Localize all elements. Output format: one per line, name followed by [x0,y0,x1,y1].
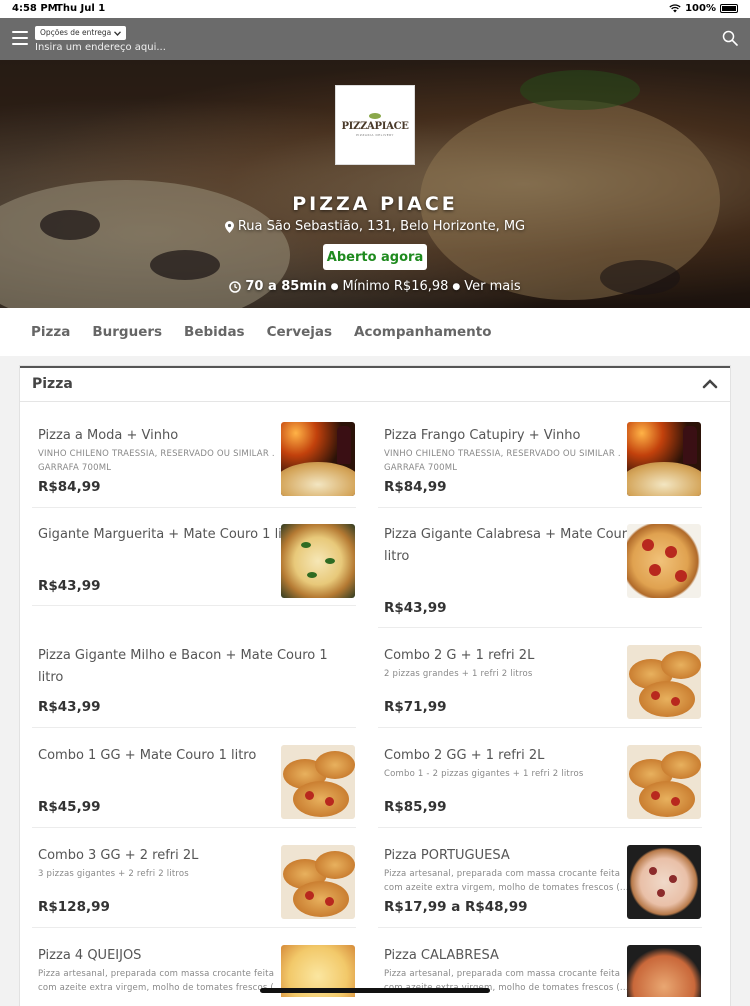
combo-image [627,645,701,719]
calabresa-image [627,945,701,997]
search-icon[interactable] [722,30,738,46]
item-name: Combo 2 G + 1 refri 2L [384,648,535,663]
leaf-icon [369,113,381,119]
item-name: Pizza CALABRESA [384,948,499,963]
tab-bebidas[interactable]: Bebidas [184,324,245,340]
status-bar: 4:58 PM Thu Jul 1 100% [0,0,750,18]
store-address: Rua São Sebastião, 131, Belo Horizonte, … [0,219,750,234]
status-date: Thu Jul 1 [56,3,106,14]
status-right: 100% [669,3,738,14]
item-name: Combo 3 GG + 2 refri 2L [38,848,199,863]
item-name: Combo 2 GG + 1 refri 2L [384,748,545,763]
status-time: 4:58 PM [12,3,58,14]
minimum-order: Mínimo R$16,98 [342,279,449,294]
clock-icon [229,280,242,293]
delivery-time: 70 a 85min [245,279,327,294]
section-title: Pizza [32,376,73,392]
item-description-cont: com azeite extra virgem, molho de tomate… [38,983,283,993]
store-hero-banner: PIZZAPIACE PIZZARIA DELIVERY PIZZA PIACE… [0,60,750,308]
logo-subtext: PIZZARIA DELIVERY [356,133,394,137]
pepperoni-image [627,524,701,598]
wine-pizza-image [281,422,355,496]
menu-item[interactable]: Gigante Marguerita + Mate Couro 1 litro … [32,518,356,606]
menu-item[interactable]: Combo 1 GG + Mate Couro 1 litro R$45,99 [32,740,356,828]
item-name: Pizza a Moda + Vinho [38,428,179,443]
item-price: R$84,99 [38,479,101,495]
item-name: Combo 1 GG + Mate Couro 1 litro [38,748,257,763]
menu-item[interactable]: Combo 3 GG + 2 refri 2L 3 pizzas gigante… [32,840,356,928]
item-description: Pizza artesanal, preparada com massa cro… [38,969,275,979]
battery-icon [720,4,738,13]
delivery-options-dropdown[interactable]: Opções de entrega [35,26,127,40]
store-status-badge: Aberto agora [323,244,427,270]
store-logo: PIZZAPIACE PIZZARIA DELIVERY [335,85,415,165]
item-description: 2 pizzas grandes + 1 refri 2 litros [384,669,533,679]
item-description: Pizza artesanal, preparada com massa cro… [384,869,621,879]
item-price: R$128,99 [38,899,110,915]
wifi-icon [669,4,681,13]
item-price: R$17,99 a R$48,99 [384,899,528,915]
see-more-link[interactable]: Ver mais [464,279,520,294]
top-bar: Opções de entrega [0,18,750,60]
item-description-cont: com azeite extra virgem, molho de tomate… [384,883,629,893]
item-description-cont: GARRAFA 700ML [38,463,112,473]
combo-image [281,745,355,819]
map-pin-icon [224,220,234,233]
item-name: Pizza Frango Catupiry + Vinho [384,428,581,443]
combo-image [627,745,701,819]
menu-item[interactable]: Combo 2 G + 1 refri 2L 2 pizzas grandes … [378,640,702,728]
battery-percent: 100% [685,3,716,14]
store-info: 70 a 85min ● Mínimo R$16,98 ● Ver mais [0,279,750,294]
item-description: VINHO CHILENO TRAESSIA, RESERVADO OU SIM… [384,449,621,459]
item-price: R$85,99 [384,799,447,815]
item-description: Combo 1 - 2 pizzas gigantes + 1 refri 2 … [384,769,584,779]
item-description-cont: GARRAFA 700ML [384,463,458,473]
item-name: Pizza Gigante Milho e Bacon + Mate Couro… [38,648,328,685]
menu-item[interactable]: Pizza Frango Catupiry + Vinho VINHO CHIL… [378,420,702,508]
tab-pizza[interactable]: Pizza [31,324,70,340]
margherita-image [281,524,355,598]
item-name: Pizza PORTUGUESA [384,848,510,863]
pizza-section: Pizza Pizza a Moda + Vinho VINHO CHILENO… [20,366,730,1006]
logo-text: PIZZAPIACE [341,121,409,132]
combo-image [281,845,355,919]
item-description: 3 pizzas gigantes + 2 refri 2 litros [38,869,189,879]
hamburger-menu-icon[interactable] [12,31,28,45]
category-tabs: Pizza Burguers Bebidas Cervejas Acompanh… [0,308,750,356]
menu-item[interactable]: Pizza Gigante Calabresa + Mate Couro 1 l… [378,518,702,628]
item-name-cont: litro [384,549,410,564]
tab-burguers[interactable]: Burguers [92,324,162,340]
item-description: Pizza artesanal, preparada com massa cro… [384,969,621,979]
item-price: R$45,99 [38,799,101,815]
menu-item[interactable]: Pizza PORTUGUESA Pizza artesanal, prepar… [378,840,702,928]
info-separator: ● [452,281,461,292]
item-description: VINHO CHILENO TRAESSIA, RESERVADO OU SIM… [38,449,275,459]
item-price: R$43,99 [38,578,101,594]
address-input[interactable] [35,42,335,53]
item-name: Pizza 4 QUEIJOS [38,948,142,963]
item-price: R$43,99 [38,699,101,715]
item-name: Gigante Marguerita + Mate Couro 1 litro [38,527,300,542]
item-price: R$43,99 [384,600,447,616]
item-price: R$84,99 [384,479,447,495]
menu-item[interactable]: Combo 2 GG + 1 refri 2L Combo 1 - 2 pizz… [378,740,702,828]
store-name: PIZZA PIACE [292,193,458,215]
store-address-text: Rua São Sebastião, 131, Belo Horizonte, … [237,219,526,234]
portuguesa-image [627,845,701,919]
section-header[interactable]: Pizza [20,368,730,402]
menu-item[interactable]: Pizza Gigante Milho e Bacon + Mate Couro… [32,640,356,728]
tab-cervejas[interactable]: Cervejas [267,324,332,340]
delivery-options-label: Opções de entrega [40,28,112,37]
item-price: R$71,99 [384,699,447,715]
info-separator: ● [330,281,339,292]
home-indicator [260,988,490,993]
tab-acompanhamento[interactable]: Acompanhamento [354,324,491,340]
item-name: Pizza Gigante Calabresa + Mate Couro 1 [384,527,648,542]
wine-pizza-image [627,422,701,496]
chevron-down-icon [114,30,122,36]
chevron-up-icon[interactable] [702,378,718,390]
menu-item[interactable]: Pizza a Moda + Vinho VINHO CHILENO TRAES… [32,420,356,508]
